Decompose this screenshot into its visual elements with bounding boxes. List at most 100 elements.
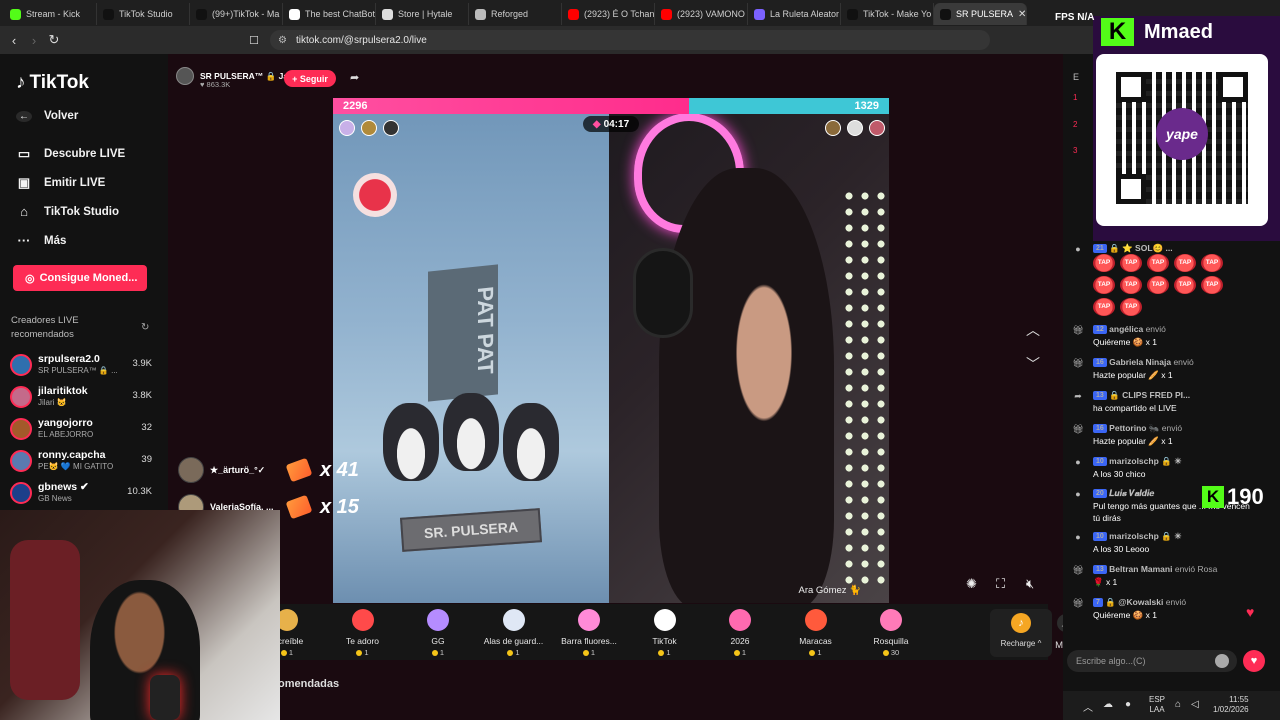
recharge-button[interactable]: ♪ Recharge ^ [990,609,1052,657]
gift-item[interactable]: TikTok 1 [628,607,702,657]
tab-favicon-icon [754,8,765,20]
gift-item[interactable]: 2026 1 [703,607,777,657]
creator-list-item[interactable]: ronny.capcha PE😺 💙 MI GATITO 39 [10,448,152,476]
avatar [10,418,32,440]
kick-logo-icon: K [1101,18,1134,46]
rank-number: 1 [1073,93,1078,102]
chevron-up-icon[interactable]: ︿ [1083,699,1093,714]
gift-item[interactable]: Barra fluores... 1 [552,607,626,657]
browser-tab[interactable]: SR PULSERA ✕ [934,3,1027,25]
supporter-avatar[interactable] [383,120,399,136]
tiktok-logo[interactable]: ♪ TikTok [16,72,89,94]
gift-item[interactable]: Rosquilla 30 [854,607,928,657]
tap-gift-icon: TAP [1174,276,1196,294]
gift-item[interactable]: Alas de guard... 1 [477,607,551,657]
browser-tab[interactable]: (99+)TikTok - Ma [190,3,283,25]
penguin-figure [383,403,439,481]
language-indicator[interactable]: ESP LAA [1149,695,1165,715]
supporter-avatar[interactable] [339,120,355,136]
streamer-figure [659,168,834,603]
live-tv-icon: ▭ [17,146,31,161]
tap-gift-icon: TAP [1120,276,1142,294]
emoji-icon[interactable] [1215,654,1229,668]
browser-tab[interactable]: The best ChatBot [283,3,376,25]
reload-icon[interactable]: ↻ [44,32,64,48]
close-icon[interactable]: ✕ [1018,9,1026,20]
battle-video[interactable]: PAT PAT SR. PULSERA Ara Gómez 🐈 2296 132… [333,98,889,603]
avatar [10,450,32,472]
cloud-icon[interactable]: ☁ [1103,699,1113,710]
gift-item[interactable]: GG 1 [401,607,475,657]
mute-icon[interactable]: 🔇︎ [1026,576,1034,592]
next-stream-icon[interactable]: ﹀ [1026,354,1040,374]
supporter-avatar[interactable] [847,120,863,136]
app-tray-icon[interactable]: ● [1125,699,1131,710]
tab-favicon-icon [10,8,21,20]
volume-icon[interactable]: ◁ [1191,699,1199,710]
fullscreen-icon[interactable]: ⛶ [996,576,1005,592]
tab-favicon-icon [847,8,858,20]
browser-tab[interactable]: (2923) É O Tchan [562,3,655,25]
forward-icon[interactable]: › [24,33,44,48]
gift-item[interactable]: Maracas 1 [779,607,853,657]
supporter-avatar[interactable] [869,120,885,136]
refresh-icon[interactable]: ↻ [141,322,149,333]
creator-list-item[interactable]: srpulsera2.0 SR PULSERA™ 🔒 ... 3.9K [10,352,152,380]
url-text: tiktok.com/@srpulsera2.0/live [296,34,427,46]
browser-tab[interactable]: La Ruleta Aleator [748,3,841,25]
tap-gift-icon: TAP [1147,276,1169,294]
tab-favicon-icon [382,8,393,20]
share-icon[interactable]: ➦ [350,71,359,84]
nav-discover-live[interactable]: ▭ Descubre LIVE [16,146,125,162]
address-bar[interactable]: ⚙ tiktok.com/@srpulsera2.0/live [270,30,990,50]
follow-button[interactable]: + Seguir [284,70,336,87]
like-heart-button[interactable]: ♥ [1243,650,1265,672]
nav-back[interactable]: ← Volver [16,110,78,122]
site-settings-icon[interactable]: ⚙ [278,35,287,46]
browser-tab[interactable]: Store | Hytale [376,3,469,25]
opponent-video: Ara Gómez 🐈 [609,98,889,603]
gift-icon: 🎁︎ [1072,424,1084,434]
host-likes: ♥ 863.3K [200,80,231,89]
gift-comment[interactable]: ★_ärturö_°✓ x 41 [178,457,359,483]
creator-list-item[interactable]: gbnews ✔ GB News 10.3K [10,480,152,508]
recommended-creators-title: Creadores LIVE recomendados [11,315,79,340]
pat-pat-sign: PAT PAT [428,264,498,402]
nav-more[interactable]: ··· Más [16,233,67,248]
donation-overlay: K Mmaed yape [1093,16,1280,241]
system-clock[interactable]: 11:55 1/02/2026 [1213,695,1249,715]
back-icon[interactable]: ‹ [4,33,24,48]
host-avatar[interactable] [176,67,194,85]
creator-list-item[interactable]: yangojorro EL ABEJORRO 32 [10,416,152,444]
settings-icon[interactable]: ✺ [966,576,977,592]
browser-tab[interactable]: TikTok Studio [97,3,190,25]
more-dots-icon: ··· [17,233,31,248]
gift-item[interactable]: Te adoro 1 [326,607,400,657]
gift-icon [880,609,902,631]
previous-stream-icon[interactable]: ︿ [1026,320,1040,340]
level-badge: 7 [1093,598,1103,608]
gift-icon [351,609,374,631]
tiktok-coin-icon: ♪ [1011,613,1031,633]
supporter-avatar[interactable] [825,120,841,136]
club-heart-badge[interactable] [353,173,397,217]
tap-gift-icon: TAP [1174,254,1196,272]
network-icon[interactable]: ⌂ [1175,699,1181,710]
tap-gift-icon: TAP [1201,276,1223,294]
host-header[interactable]: SR PULSERA™ 🔒 Ja ♥ 863.3K [176,67,288,89]
nav-tiktok-studio[interactable]: ⌂ TikTok Studio [16,204,119,219]
creator-list-item[interactable]: jilaritiktok Jilari 😺 3.8K [10,384,152,412]
left-score: 2296 [333,98,689,114]
browser-tab[interactable]: TikTok - Make Yo [841,3,934,25]
bookmark-icon[interactable]: ☐ [244,34,264,47]
fps-label: FPS N/A [1055,12,1095,23]
get-coins-button[interactable]: ◎ Consigue Moned... [13,265,147,291]
opponent-name[interactable]: Ara Gómez 🐈 [798,585,861,596]
browser-tab[interactable]: (2923) VAMONO [655,3,748,25]
browser-tab[interactable]: Stream - Kick [4,3,97,25]
supporter-avatar[interactable] [361,120,377,136]
nav-go-live[interactable]: ▣ Emitir LIVE [16,175,106,191]
browser-tab[interactable]: Reforged [469,3,562,25]
gift-icon: 🎁︎ [1072,598,1084,608]
chat-input[interactable]: Escribe algo...(C) [1067,650,1237,672]
